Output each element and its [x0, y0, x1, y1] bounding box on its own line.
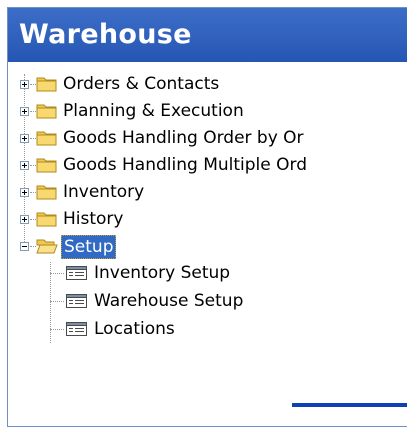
tree-item-goods-handling-order[interactable]: Goods Handling Order by Or: [8, 125, 407, 152]
tree-item-label: Inventory Setup: [94, 263, 231, 283]
tree-item-label: Goods Handling Order by Or: [63, 128, 304, 148]
tree-item-setup[interactable]: Setup: [8, 233, 407, 260]
expand-plus-icon[interactable]: [20, 107, 29, 116]
tree-item-label: Goods Handling Multiple Ord: [63, 155, 308, 175]
form-icon: [66, 322, 87, 336]
folder-closed-icon: [36, 131, 57, 146]
expand-plus-icon[interactable]: [20, 215, 29, 224]
tree-item-orders-contacts[interactable]: Orders & Contacts: [8, 71, 407, 98]
folder-closed-icon: [36, 158, 57, 173]
tree-item-label: History: [63, 209, 124, 229]
tree-item-history[interactable]: History: [8, 206, 407, 233]
expand-plus-icon[interactable]: [20, 161, 29, 170]
tree-connector-line: [50, 329, 64, 330]
collapse-minus-icon[interactable]: [20, 242, 29, 251]
annotation-pointer-line: [292, 403, 407, 407]
tree-item-inventory-setup[interactable]: Inventory Setup: [8, 260, 407, 287]
folder-closed-icon: [36, 104, 57, 119]
tree-item-warehouse-setup[interactable]: Warehouse Setup: [8, 288, 407, 315]
tree-item-label: Locations: [94, 319, 175, 339]
tree-item-inventory[interactable]: Inventory: [8, 179, 407, 206]
form-icon: [66, 266, 87, 280]
tree-item-label: Planning & Execution: [63, 101, 244, 121]
tree-connector-line: [50, 301, 64, 302]
tree-item-label: Setup: [61, 235, 117, 259]
expand-plus-icon[interactable]: [20, 188, 29, 197]
tree-item-label: Inventory: [63, 182, 145, 202]
folder-open-icon: [36, 239, 58, 254]
navigation-tree: Orders & Contacts Planning & Execution G…: [8, 62, 407, 426]
expand-plus-icon[interactable]: [20, 80, 29, 89]
expand-plus-icon[interactable]: [20, 134, 29, 143]
folder-closed-icon: [36, 212, 57, 227]
form-icon: [66, 294, 87, 308]
tree-item-planning-execution[interactable]: Planning & Execution: [8, 98, 407, 125]
warehouse-panel: Warehouse Orders & Contacts Planning & E…: [7, 7, 407, 427]
tree-item-label: Warehouse Setup: [94, 291, 244, 311]
folder-closed-icon: [36, 77, 57, 92]
tree-connector-line: [50, 273, 64, 274]
tree-item-label: Orders & Contacts: [63, 74, 220, 94]
tree-item-goods-handling-multiple[interactable]: Goods Handling Multiple Ord: [8, 152, 407, 179]
folder-closed-icon: [36, 185, 57, 200]
screenshot-frame: Warehouse Orders & Contacts Planning & E…: [0, 0, 407, 436]
panel-title: Warehouse: [8, 8, 407, 62]
tree-item-locations[interactable]: Locations: [8, 316, 407, 343]
